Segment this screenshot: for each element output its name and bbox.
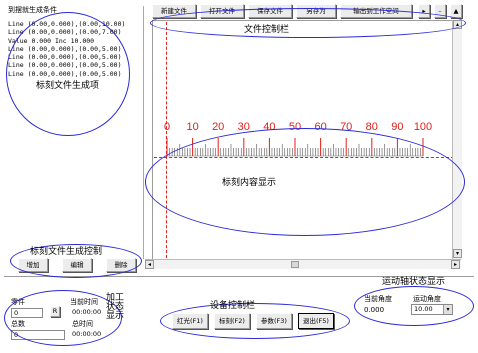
scroll-right-arrow[interactable]: ▸	[451, 260, 460, 269]
annotation-file-gen: 标刻文件生成项	[36, 81, 100, 91]
annotation-ellipse-process	[4, 290, 122, 346]
vertical-scrollbar[interactable]: ▴ ▾	[452, 20, 462, 260]
ruler-label: 100	[414, 121, 432, 133]
annotation-file-ctrl: 文件控制栏	[244, 25, 290, 35]
annotation-ellipse-motion	[354, 286, 474, 326]
ruler-label: 80	[366, 121, 378, 133]
ruler-label: 10	[186, 121, 198, 133]
scroll-down-arrow[interactable]: ▾	[453, 249, 462, 258]
annotation-ellipse-file-gen	[6, 12, 130, 136]
ruler-label: 20	[212, 121, 224, 133]
annotation-process-status-3: 显示	[106, 311, 125, 321]
horizontal-scrollbar[interactable]: ◂ ▸	[145, 259, 461, 269]
annotation-ellipse-file-ctrl	[150, 8, 466, 38]
ruler-label: 90	[391, 121, 403, 133]
canvas-left-border	[152, 20, 153, 260]
annotation-content: 标刻内容显示	[222, 178, 277, 188]
ruler-label: 0	[164, 121, 170, 133]
scroll-thumb[interactable]	[291, 261, 299, 268]
annotation-gen-ctrl: 标刻文件生成控制	[30, 247, 103, 257]
annotation-ellipse-content	[145, 128, 465, 236]
annotation-device-ctrl: 设备控制栏	[210, 301, 256, 311]
scroll-left-arrow[interactable]: ◂	[145, 260, 154, 269]
annotation-motion-status: 运动轴状态显示	[382, 277, 446, 287]
